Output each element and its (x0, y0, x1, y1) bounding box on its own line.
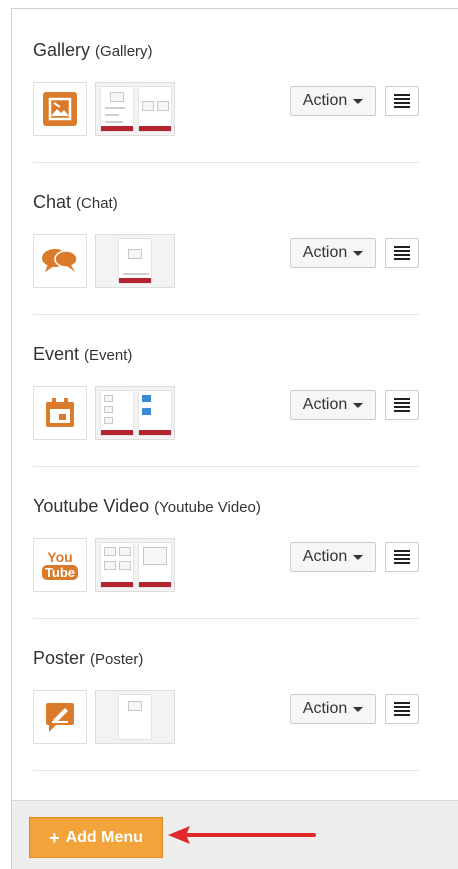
divider (33, 162, 419, 163)
caret-down-icon (353, 706, 364, 712)
action-dropdown-button[interactable]: Action (290, 86, 376, 116)
menu-item-title: Chat (Chat) (33, 192, 118, 212)
drag-handle-icon[interactable] (385, 542, 419, 572)
gallery-icon (33, 82, 87, 136)
caret-down-icon (353, 402, 364, 408)
layout-preview[interactable] (95, 386, 175, 440)
divider (33, 314, 419, 315)
youtube-icon: You Tube (33, 538, 87, 592)
divider (33, 618, 419, 619)
drag-handle-icon[interactable] (385, 694, 419, 724)
chat-icon (33, 234, 87, 288)
plus-icon: + (49, 827, 60, 848)
menu-item-event: Event (Event) Action (33, 344, 419, 496)
divider (33, 770, 419, 771)
caret-down-icon (353, 250, 364, 256)
layout-preview[interactable] (95, 538, 175, 592)
menu-item-chat: Chat (Chat) Action (33, 192, 419, 344)
red-arrow-annotation (168, 826, 316, 844)
menu-item-title: Poster (Poster) (33, 648, 144, 668)
calendar-icon (33, 386, 87, 440)
drag-handle-icon[interactable] (385, 86, 419, 116)
menu-item-title: Youtube Video (Youtube Video) (33, 496, 261, 516)
action-dropdown-button[interactable]: Action (290, 542, 376, 572)
add-menu-button[interactable]: + Add Menu (29, 817, 163, 858)
action-dropdown-button[interactable]: Action (290, 694, 376, 724)
layout-preview[interactable] (95, 82, 175, 136)
divider (33, 466, 419, 467)
caret-down-icon (353, 98, 364, 104)
menu-item-gallery: Gallery (Gallery) Action (33, 40, 419, 192)
drag-handle-icon[interactable] (385, 238, 419, 268)
action-dropdown-button[interactable]: Action (290, 238, 376, 268)
action-dropdown-button[interactable]: Action (290, 390, 376, 420)
menu-item-title: Event (Event) (33, 344, 133, 364)
menu-item-poster: Poster (Poster) Action (33, 648, 419, 800)
menu-item-youtube-video: Youtube Video (Youtube Video) You Tube A… (33, 496, 419, 648)
layout-preview[interactable] (95, 234, 175, 288)
drag-handle-icon[interactable] (385, 390, 419, 420)
caret-down-icon (353, 554, 364, 560)
poster-icon (33, 690, 87, 744)
menu-item-title: Gallery (Gallery) (33, 40, 153, 60)
layout-preview[interactable] (95, 690, 175, 744)
